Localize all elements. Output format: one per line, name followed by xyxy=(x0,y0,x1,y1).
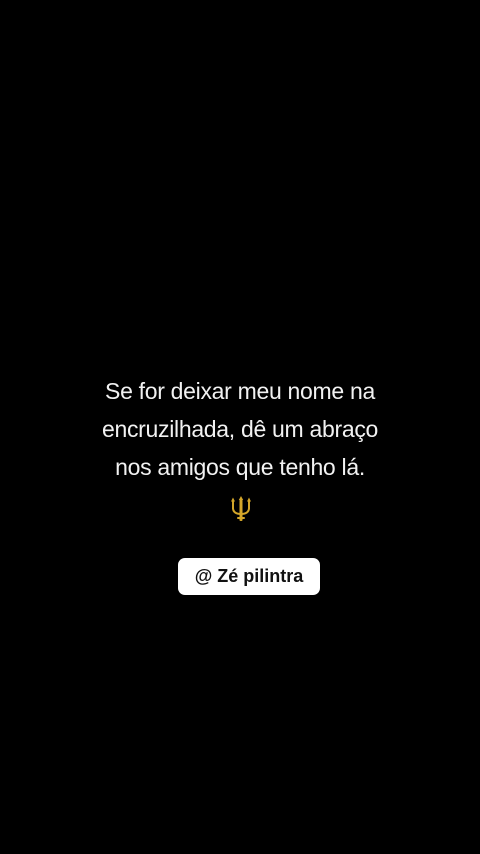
mention-sticker[interactable]: @ Zé pilintra xyxy=(178,558,320,595)
story-canvas: Se for deixar meu nome na encruzilhada, … xyxy=(0,0,480,854)
mention-label: @ Zé pilintra xyxy=(194,566,304,586)
trident-icon xyxy=(229,496,253,522)
quote-line: nos amigos que tenho lá. xyxy=(115,454,365,480)
quote-line: encruzilhada, dê um abraço xyxy=(101,416,379,442)
quote-line: Se for deixar meu nome na xyxy=(105,378,375,404)
quote-text: Se for deixar meu nome na encruzilhada, … xyxy=(0,372,480,486)
